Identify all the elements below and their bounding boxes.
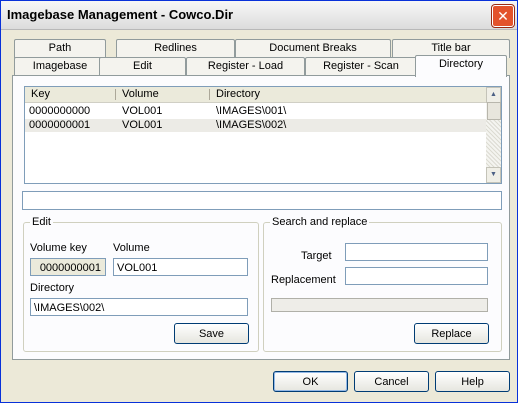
tab-redlines[interactable]: Redlines — [116, 39, 235, 58]
tab-register-load[interactable]: Register - Load — [186, 57, 305, 76]
window-title: Imagebase Management - Cowco.Dir — [7, 7, 234, 22]
save-button[interactable]: Save — [174, 323, 249, 344]
row-key: 0000000000 — [29, 105, 91, 117]
replacement-label: Replacement — [271, 274, 336, 286]
status-field[interactable] — [22, 191, 502, 210]
tab-register-scan[interactable]: Register - Scan — [305, 57, 417, 76]
cancel-button[interactable]: Cancel — [354, 371, 429, 392]
scroll-up-icon[interactable]: ▲ — [486, 87, 501, 103]
row-directory: \IMAGES\001\ — [216, 105, 287, 117]
column-divider[interactable] — [115, 89, 116, 100]
tab-imagebase[interactable]: Imagebase — [14, 57, 106, 76]
scroll-down-icon[interactable]: ▼ — [486, 167, 501, 183]
scroll-thumb[interactable] — [487, 102, 501, 120]
tab-edit[interactable]: Edit — [99, 57, 186, 76]
row-volume: VOL001 — [122, 105, 163, 117]
volume-key-label: Volume key — [30, 242, 87, 254]
imagebase-dialog: Imagebase Management - Cowco.Dir ✕ Path … — [0, 0, 518, 403]
tab-path[interactable]: Path — [14, 39, 106, 58]
volume-label: Volume — [113, 242, 150, 254]
directory-field[interactable]: \IMAGES\002\ — [30, 298, 248, 316]
edit-group-title: Edit — [30, 216, 53, 228]
replace-progress-bar — [271, 298, 488, 312]
tab-directory[interactable]: Directory — [415, 55, 507, 77]
directory-tab-panel: Key Volume Directory 0000000000 VOL001 \… — [12, 75, 510, 360]
column-header-key[interactable]: Key — [31, 88, 50, 100]
volume-key-field: 0000000001 — [30, 258, 106, 276]
row-volume: VOL001 — [122, 119, 163, 131]
replacement-field[interactable] — [345, 267, 488, 285]
help-button[interactable]: Help — [435, 371, 510, 392]
directory-list[interactable]: Key Volume Directory 0000000000 VOL001 \… — [24, 86, 502, 184]
column-header-directory[interactable]: Directory — [216, 88, 260, 100]
target-field[interactable] — [345, 243, 488, 261]
list-row[interactable]: 0000000000 VOL001 \IMAGES\001\ — [25, 105, 487, 118]
title-bar: Imagebase Management - Cowco.Dir ✕ — [1, 1, 517, 30]
target-label: Target — [301, 250, 332, 262]
list-header: Key Volume Directory — [25, 87, 487, 103]
edit-group: Edit Volume key Volume 0000000001 VOL001… — [23, 216, 259, 352]
ok-button[interactable]: OK — [273, 371, 348, 392]
scroll-track[interactable] — [486, 120, 501, 168]
volume-field[interactable]: VOL001 — [113, 258, 248, 276]
search-replace-group-title: Search and replace — [270, 216, 370, 228]
row-key: 0000000001 — [29, 119, 91, 131]
list-scrollbar[interactable]: ▲ ▼ — [486, 87, 501, 183]
search-replace-group: Search and replace Target Replacement Re… — [263, 216, 502, 352]
replace-button[interactable]: Replace — [414, 323, 489, 344]
list-row-selected[interactable]: 0000000001 VOL001 \IMAGES\002\ — [25, 119, 487, 132]
column-header-volume[interactable]: Volume — [122, 88, 159, 100]
row-directory: \IMAGES\002\ — [216, 119, 287, 131]
column-divider[interactable] — [209, 89, 210, 100]
directory-label: Directory — [30, 282, 75, 294]
tab-document-breaks[interactable]: Document Breaks — [235, 39, 391, 58]
close-icon[interactable]: ✕ — [492, 5, 514, 27]
